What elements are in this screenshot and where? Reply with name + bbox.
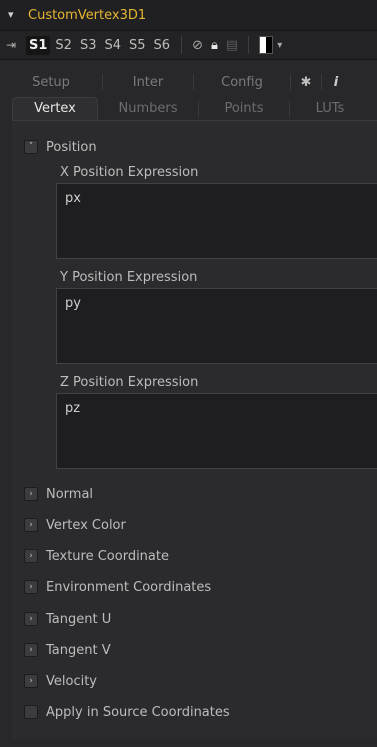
x-position-expression-input[interactable]: px — [56, 183, 377, 259]
tab-vertex[interactable]: Vertex — [12, 97, 98, 120]
lock-icon[interactable]: 🔒︎ — [211, 38, 218, 53]
expand-toggle-icon[interactable]: › — [24, 674, 38, 688]
dropdown-chevron-icon[interactable]: ▾ — [277, 40, 282, 51]
color-swatch[interactable] — [259, 36, 274, 54]
tool-header[interactable]: ▾ CustomVertex3D1 — [0, 0, 377, 31]
section-label: Normal — [46, 486, 94, 502]
field-value: px — [65, 191, 81, 206]
tab-inter[interactable]: Inter — [103, 75, 193, 90]
apply-source-coordinates[interactable]: Apply in Source Coordinates — [24, 702, 230, 722]
field-label: X Position Expression — [60, 165, 199, 180]
z-position-expression-input[interactable]: pz — [56, 393, 377, 469]
save-icon[interactable]: ▤ — [226, 38, 238, 53]
tabs-top: Setup Inter Config ✱ i — [0, 70, 377, 94]
slot-s5[interactable]: S5 — [126, 36, 149, 55]
expand-toggle-icon[interactable]: › — [24, 549, 38, 563]
field-value: pz — [65, 401, 81, 416]
apply-source-checkbox[interactable] — [24, 705, 38, 719]
toolbar: ⇥ S1 S2 S3 S4 S5 S6 ⊘ 🔒︎ ▤ ▾ — [0, 31, 377, 60]
tab-setup[interactable]: Setup — [0, 75, 102, 90]
field-label: Z Position Expression — [60, 375, 199, 390]
section-label: Texture Coordinate — [46, 548, 169, 564]
tab-numbers[interactable]: Numbers — [98, 98, 198, 120]
slot-s4[interactable]: S4 — [101, 36, 124, 55]
controls-panel: ˅ Position X Position Expression px Y Po… — [12, 120, 377, 739]
section-label: Environment Coordinates — [46, 579, 212, 595]
expand-toggle-icon[interactable]: ˅ — [24, 140, 38, 154]
tab-config[interactable]: Config — [194, 75, 290, 90]
expand-toggle-icon[interactable]: › — [24, 518, 38, 532]
section-label: Tangent V — [46, 642, 111, 658]
slot-s6[interactable]: S6 — [151, 36, 174, 55]
y-position-expression-input[interactable]: py — [56, 288, 377, 364]
toolbar-divider — [248, 36, 250, 54]
expand-toggle-icon[interactable]: › — [24, 580, 38, 594]
section-tangent-v[interactable]: › Tangent V — [24, 640, 111, 660]
slot-s3[interactable]: S3 — [77, 36, 100, 55]
disable-icon[interactable]: ⊘ — [192, 38, 203, 53]
expand-toggle-icon[interactable]: › — [24, 612, 38, 626]
collapse-chevron-icon[interactable]: ▾ — [8, 9, 18, 20]
tab-luts[interactable]: LUTs — [290, 98, 370, 120]
section-label: Vertex Color — [46, 517, 126, 533]
pin-icon[interactable]: ⇥ — [6, 38, 26, 52]
field-value: py — [65, 296, 81, 311]
section-environment-coordinates[interactable]: › Environment Coordinates — [24, 577, 211, 597]
field-label: Y Position Expression — [60, 270, 198, 285]
position-section-header[interactable]: ˅ Position — [24, 137, 97, 157]
section-label: Position — [46, 139, 97, 155]
checkbox-label: Apply in Source Coordinates — [46, 704, 230, 720]
section-normal[interactable]: › Normal — [24, 484, 93, 504]
tool-title: CustomVertex3D1 — [28, 7, 147, 23]
tab-points[interactable]: Points — [199, 98, 289, 120]
slot-s1[interactable]: S1 — [26, 35, 51, 55]
section-label: Tangent U — [46, 611, 112, 627]
toolbar-divider — [181, 36, 183, 54]
section-texture-coordinate[interactable]: › Texture Coordinate — [24, 546, 169, 566]
slot-s2[interactable]: S2 — [52, 36, 75, 55]
section-tangent-u[interactable]: › Tangent U — [24, 609, 111, 629]
expand-toggle-icon[interactable]: › — [24, 643, 38, 657]
section-vertex-color[interactable]: › Vertex Color — [24, 515, 126, 535]
section-label: Velocity — [46, 673, 97, 689]
expand-toggle-icon[interactable]: › — [24, 487, 38, 501]
settings-gear-icon[interactable]: ✱ — [291, 75, 321, 90]
info-icon[interactable]: i — [322, 75, 350, 90]
tabs-bottom: Vertex Numbers Points LUTs — [0, 96, 377, 120]
section-velocity[interactable]: › Velocity — [24, 671, 97, 691]
